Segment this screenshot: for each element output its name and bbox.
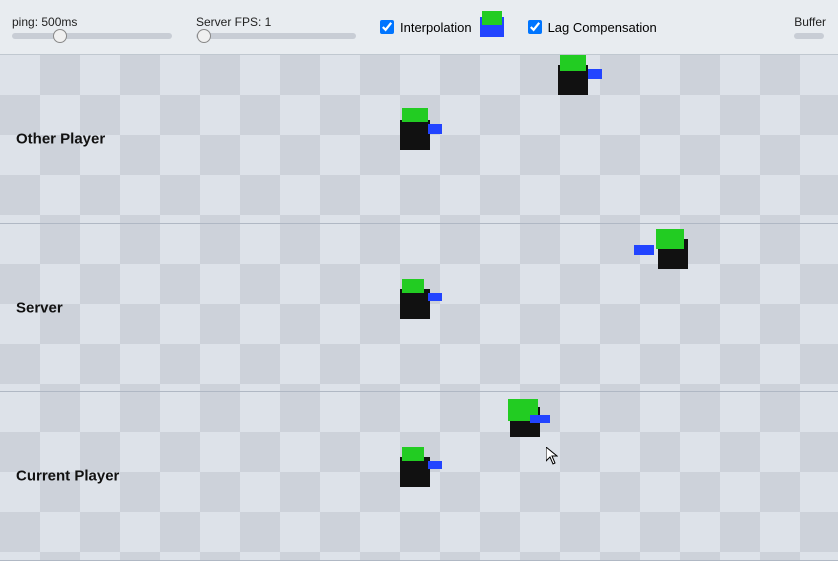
lag-compensation-label[interactable]: Lag Compensation	[548, 20, 657, 35]
entity-current-player-1	[400, 457, 430, 487]
ping-slider-thumb[interactable]	[53, 29, 67, 43]
entity-green	[402, 108, 428, 122]
buffer-slider-track[interactable]	[794, 33, 824, 39]
ping-control: ping: 500ms	[12, 15, 172, 39]
header: ping: 500ms Server FPS: 1 Interpolation …	[0, 0, 838, 55]
entity-server-1	[400, 289, 430, 319]
other-player-label: Other Player	[16, 130, 105, 147]
panels: Other Player Server	[0, 55, 838, 561]
entity-other-player-2	[558, 65, 588, 95]
panel-server: Server	[0, 224, 838, 393]
ping-slider-track[interactable]	[12, 33, 172, 39]
entity-blue	[588, 69, 602, 79]
server-fps-control: Server FPS: 1	[196, 15, 356, 39]
entity-blue	[428, 124, 442, 134]
interp-green-indicator	[482, 11, 502, 25]
interpolation-indicator	[480, 17, 504, 37]
entity-body	[400, 289, 430, 319]
server-fps-slider-thumb[interactable]	[197, 29, 211, 43]
interpolation-group: Interpolation	[380, 17, 504, 37]
entity-green	[402, 447, 424, 461]
entity-body	[400, 120, 430, 150]
entity-green	[656, 229, 684, 249]
lag-compensation-group: Lag Compensation	[528, 20, 657, 35]
entity-blue	[530, 415, 550, 423]
entity-server-2	[658, 239, 688, 269]
entity-green	[402, 279, 424, 293]
panel-other-player: Other Player	[0, 55, 838, 224]
entity-blue	[428, 293, 442, 301]
buffer-label: Buffer	[794, 15, 826, 29]
entity-blue	[634, 245, 654, 255]
current-player-label: Current Player	[16, 468, 119, 485]
entity-body	[400, 457, 430, 487]
interpolation-checkbox[interactable]	[380, 20, 394, 34]
lag-compensation-checkbox[interactable]	[528, 20, 542, 34]
panel-current-player: Current Player	[0, 392, 838, 561]
entity-other-player-1	[400, 120, 430, 150]
entity-blue	[428, 461, 442, 469]
entity-green	[560, 55, 586, 71]
interpolation-label[interactable]: Interpolation	[400, 20, 472, 35]
buffer-control: Buffer	[794, 15, 826, 39]
server-label: Server	[16, 299, 63, 316]
entity-current-player-2	[510, 407, 540, 437]
server-fps-label: Server FPS: 1	[196, 15, 356, 29]
server-fps-slider-track[interactable]	[196, 33, 356, 39]
ping-label: ping: 500ms	[12, 15, 172, 29]
